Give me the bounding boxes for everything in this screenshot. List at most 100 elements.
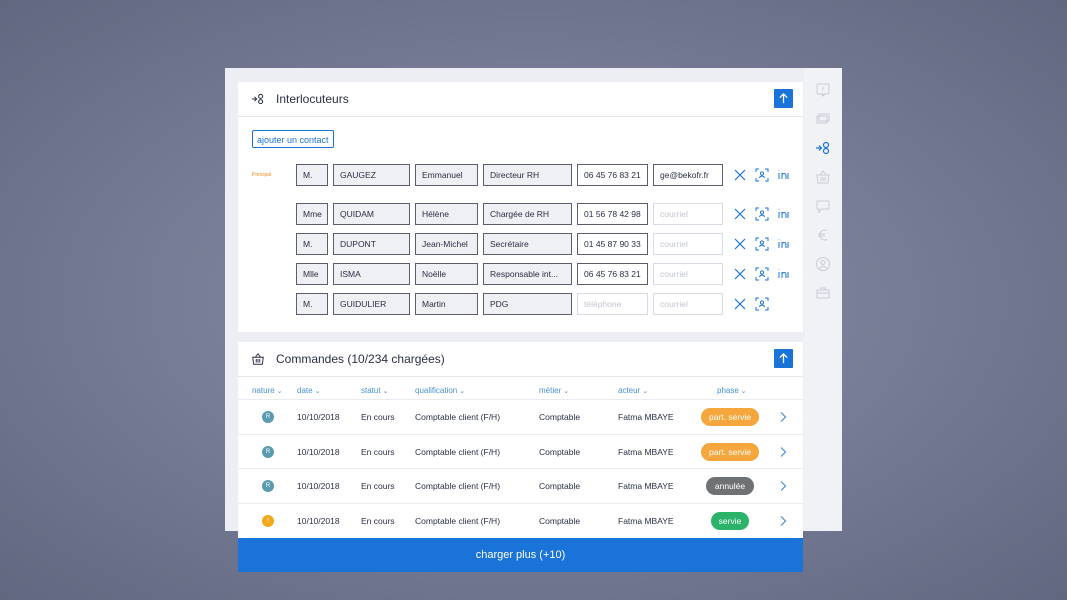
nature-badge: R [262, 445, 274, 458]
contact-fonction-field[interactable]: Directeur RH [483, 164, 572, 186]
add-contact-button[interactable]: ajouter un contact [252, 130, 334, 148]
linkedin-icon[interactable] [777, 207, 791, 221]
chevron-down-icon: ⌄ [276, 388, 283, 395]
contact-mail-field[interactable]: courriel [653, 293, 723, 315]
contact-tel-field[interactable]: téléphone [577, 293, 648, 315]
contacts-icon[interactable] [814, 139, 832, 157]
col-acteur[interactable]: acteur ⌄ [618, 386, 648, 395]
contact-civ-field[interactable]: M. [296, 293, 328, 315]
orders-title: Commandes (10/234 chargées) [276, 352, 445, 366]
delete-contact-icon[interactable] [733, 168, 747, 182]
contact-prenom-field[interactable]: Jean-Michel [415, 233, 478, 255]
contact-card-icon[interactable] [755, 207, 769, 221]
cell-metier: Comptable [539, 412, 581, 422]
contact-nom-field[interactable]: ISMA [333, 263, 410, 285]
contact-nom-field[interactable]: GAUGEZ [333, 164, 410, 186]
phase-badge: servie [711, 511, 749, 530]
contact-mail-field[interactable]: courriel [653, 203, 723, 225]
chevron-right-icon[interactable] [778, 410, 788, 422]
principal-label: Principal [252, 172, 272, 178]
linkedin-icon[interactable] [777, 168, 791, 182]
contact-mail-field[interactable]: courriel [653, 263, 723, 285]
chat-icon[interactable] [814, 197, 832, 215]
contact-fonction-field[interactable]: Chargée de RH [483, 203, 572, 225]
contact-nom-field[interactable]: DUPONT [333, 233, 410, 255]
contact-tel-field[interactable]: 01 56 78 42 98 [577, 203, 648, 225]
table-row[interactable]: ! 10/10/2018 En cours Comptable client (F/H… [238, 502, 803, 538]
col-nature[interactable]: nature ⌄ [252, 386, 283, 395]
contact-card-icon[interactable] [755, 297, 769, 311]
cell-acteur: Fatma MBAYE [618, 446, 674, 457]
cell-qualification: Comptable client (F/H) [415, 412, 501, 422]
contact-civ-field[interactable]: M. [296, 164, 328, 186]
euro-icon[interactable] [814, 226, 832, 244]
contacts-header: Interlocuteurs [238, 82, 803, 117]
contact-prenom-field[interactable]: Emmanuel [415, 164, 478, 186]
contact-mail-field[interactable]: ge@bekofr.fr [653, 164, 723, 186]
col-date[interactable]: date ⌄ [297, 386, 320, 395]
orders-icon[interactable] [814, 168, 832, 186]
delete-contact-icon[interactable] [733, 297, 747, 311]
contact-civ-field[interactable]: M. [296, 233, 328, 255]
cell-statut: En cours [361, 515, 395, 526]
contacts-card: Interlocuteurs ajouter un contact Princi… [238, 82, 803, 332]
contact-tel-field[interactable]: 01 45 87 90 33 [577, 233, 648, 255]
side-rail [804, 68, 842, 531]
cell-acteur: Fatma MBAYE [618, 481, 674, 491]
linkedin-icon[interactable] [777, 237, 791, 251]
contact-tel-field[interactable]: 06 45 76 83 21 [577, 263, 648, 285]
contact-fonction-field[interactable]: PDG [483, 293, 572, 315]
contact-card-icon[interactable] [755, 237, 769, 251]
phase-badge: part. servie [701, 408, 759, 426]
contact-prenom-field[interactable]: Martin [415, 293, 478, 315]
cell-statut: En cours [361, 446, 395, 457]
contact-prenom-field[interactable]: Hélène [415, 203, 478, 225]
chevron-right-icon[interactable] [778, 445, 788, 457]
col-phase[interactable]: phase ⌄ [717, 386, 747, 395]
table-row[interactable]: R 10/10/2018 En cours Comptable client (F/H… [238, 468, 803, 503]
col-qualification[interactable]: qualification ⌄ [415, 386, 465, 395]
delete-contact-icon[interactable] [733, 237, 747, 251]
load-more-button[interactable]: charger plus (+10) [238, 538, 803, 572]
collapse-contacts-button[interactable] [774, 89, 793, 108]
contact-civ-field[interactable]: Mme [296, 203, 328, 225]
contact-civ-field[interactable]: Mlle [296, 263, 328, 285]
col-metier[interactable]: métier ⌄ [539, 386, 569, 395]
contact-tel-field[interactable]: 06 45 76 83 21 [577, 164, 648, 186]
orders-header: Commandes (10/234 chargées) [238, 342, 803, 377]
table-row[interactable]: R 10/10/2018 En cours Comptable client (F/H… [238, 399, 803, 434]
cell-date: 10/10/2018 [297, 515, 340, 526]
nature-badge: R [262, 480, 274, 492]
money-exchange-icon[interactable] [814, 110, 832, 128]
chevron-down-icon: ⌄ [642, 388, 649, 395]
cell-metier: Comptable [539, 515, 581, 526]
chevron-right-icon[interactable] [778, 514, 788, 526]
chevron-right-icon[interactable] [778, 479, 788, 491]
table-row[interactable]: R 10/10/2018 En cours Comptable client (F/H… [238, 433, 803, 469]
cell-date: 10/10/2018 [297, 412, 340, 422]
contacts-title: Interlocuteurs [276, 92, 349, 106]
delete-contact-icon[interactable] [733, 267, 747, 281]
collapse-orders-button[interactable] [774, 349, 793, 368]
col-statut[interactable]: statut ⌄ [361, 386, 388, 395]
nature-badge: ! [262, 514, 274, 527]
alert-icon[interactable] [814, 81, 832, 99]
contacts-icon [251, 92, 265, 106]
contact-fonction-field[interactable]: Secrétaire [483, 233, 572, 255]
arrow-up-icon [779, 353, 788, 364]
linkedin-icon[interactable] [777, 267, 791, 281]
cell-date: 10/10/2018 [297, 481, 340, 491]
contact-card-icon[interactable] [755, 168, 769, 182]
contact-nom-field[interactable]: GUIDULIER [333, 293, 410, 315]
contact-mail-field[interactable]: courriel [653, 233, 723, 255]
contact-nom-field[interactable]: QUIDAM [333, 203, 410, 225]
contact-card-icon[interactable] [755, 267, 769, 281]
cell-metier: Comptable [539, 481, 581, 491]
contact-fonction-field[interactable]: Responsable int... [483, 263, 572, 285]
contact-prenom-field[interactable]: Noëlle [415, 263, 478, 285]
cell-statut: En cours [361, 412, 395, 422]
user-circle-icon[interactable] [814, 255, 832, 273]
briefcase-icon[interactable] [814, 284, 832, 302]
delete-contact-icon[interactable] [733, 207, 747, 221]
orders-card: Commandes (10/234 chargées) nature ⌄ date… [238, 342, 803, 538]
